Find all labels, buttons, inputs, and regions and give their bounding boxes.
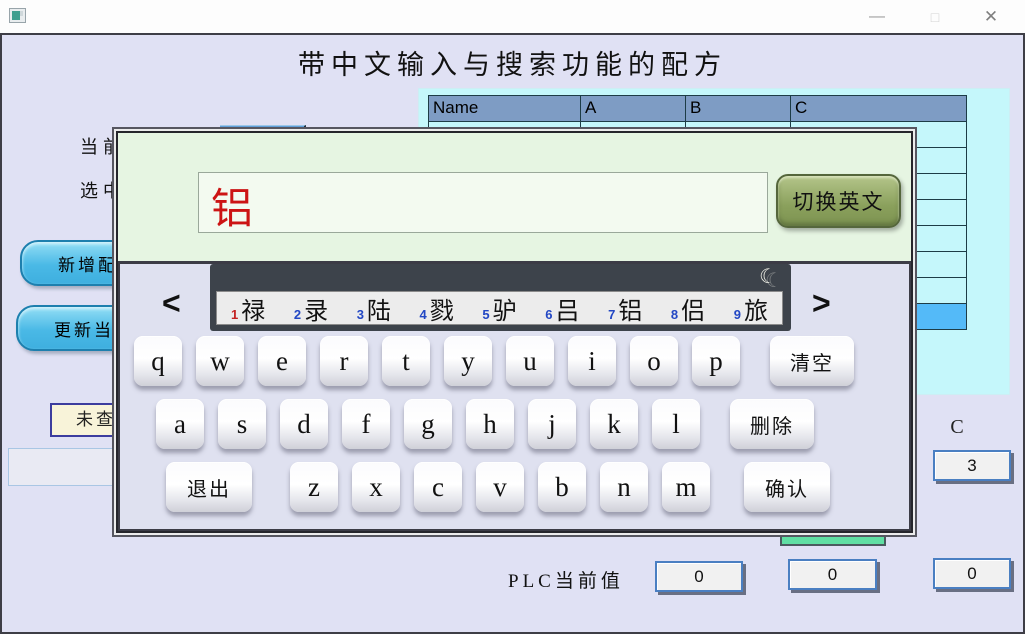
candidate-item[interactable]: 9旅 [734, 291, 768, 326]
key-x[interactable]: x [352, 462, 400, 512]
keyboard-row3-letters: zxcvbnm [290, 462, 710, 512]
key-e[interactable]: e [258, 336, 306, 386]
value-c-field[interactable]: 3 [933, 450, 1011, 481]
plc-value-field-3[interactable]: 0 [933, 558, 1011, 589]
key-m[interactable]: m [662, 462, 710, 512]
candidate-char: 铝 [618, 291, 642, 326]
main-window: 带中文输入与搜索功能的配方 NameABC AA9912 当前 选中 新增配 更… [0, 33, 1025, 634]
key-t[interactable]: t [382, 336, 430, 386]
candidate-item[interactable]: 7铝 [608, 291, 642, 326]
key-w[interactable]: w [196, 336, 244, 386]
app-icon-strip [20, 11, 23, 16]
candidate-number: 9 [734, 307, 741, 322]
table-header-row: NameABC [429, 96, 967, 122]
candidate-prev-arrow[interactable]: < [162, 285, 181, 322]
candidate-number: 8 [671, 307, 678, 322]
key-exit[interactable]: 退出 [166, 462, 252, 512]
key-j[interactable]: j [528, 399, 576, 449]
plc-value-field-2[interactable]: 0 [788, 559, 877, 590]
app-icon-inner [12, 11, 20, 20]
candidate-char: 戮 [430, 291, 454, 326]
keyboard-row2: asdfghjkl 删除 [156, 399, 814, 449]
key-y[interactable]: y [444, 336, 492, 386]
key-clear[interactable]: 清空 [770, 336, 854, 386]
candidate-char: 驴 [493, 291, 517, 326]
candidate-bar: ☾ 1禄 2录 3陆 4戮 5驴 6吕 7铝 8侣 9旅 [210, 264, 791, 331]
table-header-cell: B [686, 96, 791, 122]
plc-value-field-1[interactable]: 0 [655, 561, 743, 592]
candidate-number: 2 [294, 307, 301, 322]
candidate-item[interactable]: 3陆 [357, 291, 391, 326]
key-a[interactable]: a [156, 399, 204, 449]
key-p[interactable]: p [692, 336, 740, 386]
candidate-number: 1 [231, 307, 238, 322]
candidate-strip: 1禄 2录 3陆 4戮 5驴 6吕 7铝 8侣 9旅 [216, 291, 783, 325]
candidate-char: 吕 [555, 291, 579, 326]
key-c[interactable]: c [414, 462, 462, 512]
candidate-number: 4 [420, 307, 427, 322]
key-q[interactable]: q [134, 336, 182, 386]
candidate-item[interactable]: 6吕 [545, 291, 579, 326]
app-icon [9, 8, 26, 23]
candidate-number: 7 [608, 307, 615, 322]
key-n[interactable]: n [600, 462, 648, 512]
candidate-char: 侣 [681, 291, 705, 326]
candidate-char: 旅 [744, 291, 768, 326]
keyboard-row2-letters: asdfghjkl [156, 399, 700, 449]
candidate-char: 录 [304, 291, 328, 326]
ime-input-field[interactable]: 铝 [198, 172, 768, 233]
plc-current-label: PLC当前值 [508, 566, 624, 593]
candidate-item[interactable]: 1禄 [231, 291, 265, 326]
key-z[interactable]: z [290, 462, 338, 512]
ime-dialog: 铝 切换英文 < ☾ 1禄2录3陆4戮5驴6吕7铝8侣9旅 > qwertyui… [116, 131, 913, 533]
keyboard-row3: 退出 zxcvbnm 确认 [166, 462, 830, 512]
candidate-number: 3 [357, 307, 364, 322]
page-title: 带中文输入与搜索功能的配方 [2, 43, 1023, 82]
key-l[interactable]: l [652, 399, 700, 449]
key-v[interactable]: v [476, 462, 524, 512]
candidate-item[interactable]: 5驴 [482, 291, 516, 326]
candidate-number: 6 [545, 307, 552, 322]
key-confirm[interactable]: 确认 [744, 462, 830, 512]
key-r[interactable]: r [320, 336, 368, 386]
key-delete[interactable]: 删除 [730, 399, 814, 449]
key-k[interactable]: k [590, 399, 638, 449]
table-header-cell: A [581, 96, 686, 122]
key-u[interactable]: u [506, 336, 554, 386]
candidate-item[interactable]: 8侣 [671, 291, 705, 326]
close-button[interactable]: ✕ [968, 0, 1014, 33]
candidate-item[interactable]: 2录 [294, 291, 328, 326]
key-b[interactable]: b [538, 462, 586, 512]
key-h[interactable]: h [466, 399, 514, 449]
candidate-item[interactable]: 4戮 [420, 291, 454, 326]
column-c-label: C [942, 416, 972, 439]
candidate-number: 5 [482, 307, 489, 322]
key-d[interactable]: d [280, 399, 328, 449]
minimize-button[interactable]: — [854, 0, 900, 33]
keyboard-row1-letters: qwertyuiop [134, 336, 740, 386]
table-header-cell: C [791, 96, 967, 122]
moon-icon: ☾ [759, 264, 777, 289]
maximize-button[interactable]: □ [912, 0, 958, 33]
key-i[interactable]: i [568, 336, 616, 386]
titlebar: — □ ✕ [0, 0, 1025, 33]
candidate-char: 陆 [367, 291, 391, 326]
key-f[interactable]: f [342, 399, 390, 449]
key-g[interactable]: g [404, 399, 452, 449]
toggle-english-button[interactable]: 切换英文 [776, 174, 901, 228]
table-header-cell: Name [429, 96, 581, 122]
candidate-next-arrow[interactable]: > [812, 285, 831, 322]
keyboard-row1: qwertyuiop 清空 [134, 336, 854, 386]
key-s[interactable]: s [218, 399, 266, 449]
key-o[interactable]: o [630, 336, 678, 386]
candidate-char: 禄 [241, 291, 265, 326]
